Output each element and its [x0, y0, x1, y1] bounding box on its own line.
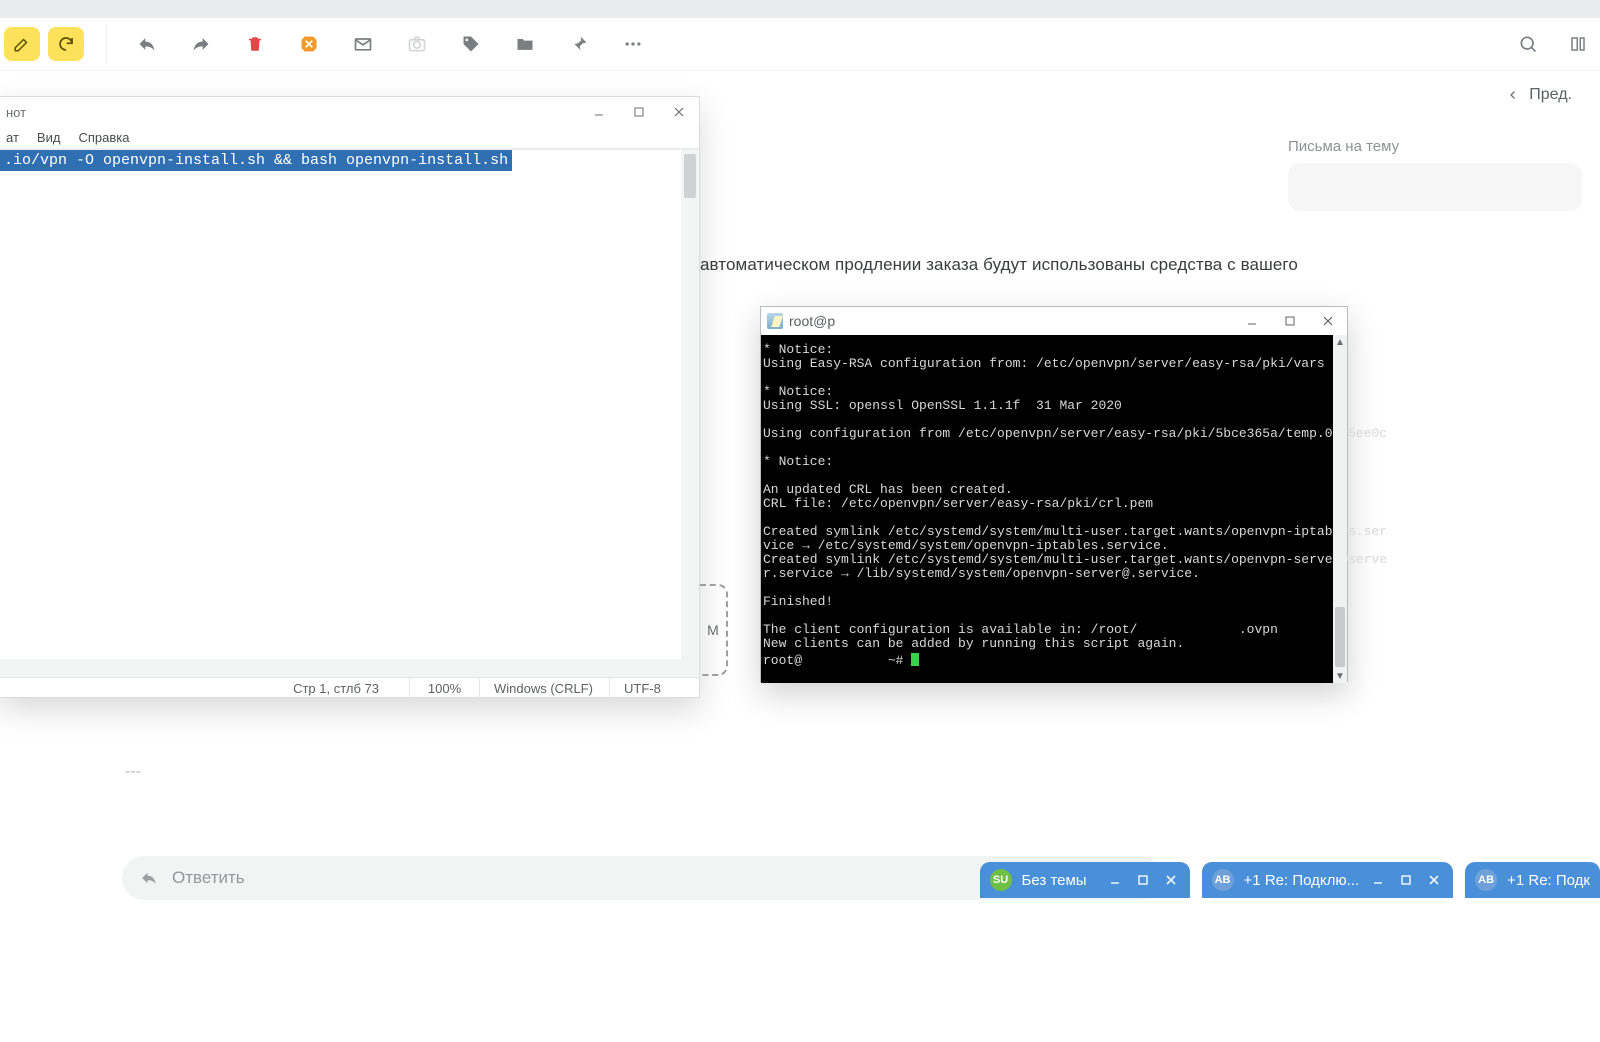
reply-icon	[137, 34, 157, 54]
browser-tabstrip	[0, 0, 1600, 18]
compose-button[interactable]	[4, 27, 40, 61]
mail-toolbar	[0, 18, 1600, 70]
toolbar-separator	[106, 24, 107, 64]
toolbar-right	[1512, 28, 1600, 60]
close-icon	[1322, 315, 1334, 327]
chat-chip[interactable]: SU Без темы	[980, 862, 1190, 898]
terminal-titlebar[interactable]: root@p	[761, 307, 1347, 335]
spam-icon	[299, 34, 319, 54]
spam-button[interactable]	[289, 24, 329, 64]
scroll-up-icon[interactable]: ▲	[1333, 335, 1347, 349]
chat-chip-title: +1 Re: Подк	[1507, 872, 1590, 889]
scrollbar-horizontal[interactable]	[0, 659, 699, 677]
thread-card[interactable]	[1288, 163, 1582, 211]
window-maximize-button[interactable]	[619, 97, 659, 127]
close-icon[interactable]	[1162, 871, 1180, 889]
more-icon	[623, 34, 643, 54]
envelope-icon	[353, 34, 373, 54]
snapshot-button[interactable]	[397, 24, 437, 64]
menu-item[interactable]: Справка	[78, 130, 129, 145]
chat-chip-title: +1 Re: Подклю...	[1244, 872, 1360, 889]
refresh-icon	[57, 35, 75, 53]
maximize-icon[interactable]	[1397, 871, 1415, 889]
pencil-icon	[13, 35, 31, 53]
sidebar-collapse-button[interactable]	[1562, 28, 1594, 60]
avatar: AB	[1475, 869, 1497, 891]
chat-chip[interactable]: AB +1 Re: Подк	[1465, 862, 1600, 898]
putty-icon	[767, 313, 783, 329]
status-caret-pos: Стр 1, стлб 73	[0, 678, 409, 699]
attachment-placeholder: М	[700, 584, 728, 676]
chat-chip-bar: SU Без темы AB +1 Re: Подклю... AB +1 Re…	[980, 862, 1600, 898]
scroll-down-icon[interactable]: ▼	[1333, 669, 1347, 683]
prev-message-link[interactable]: Пред.	[1288, 82, 1582, 108]
terminal-window: root@p * Notice: Using Easy-RSA configur…	[760, 306, 1348, 682]
reply-icon	[140, 869, 158, 887]
pin-button[interactable]	[559, 24, 599, 64]
search-icon	[1518, 34, 1538, 54]
window-maximize-button[interactable]	[1271, 307, 1309, 335]
maximize-icon[interactable]	[1134, 871, 1152, 889]
status-eol: Windows (CRLF)	[479, 678, 609, 699]
close-icon	[673, 106, 685, 118]
notepad-menubar: ат Вид Справка	[0, 127, 699, 149]
forward-button[interactable]	[181, 24, 221, 64]
window-close-button[interactable]	[1309, 307, 1347, 335]
delete-button[interactable]	[235, 24, 275, 64]
refresh-button[interactable]	[48, 27, 84, 61]
notepad-title: нот	[6, 105, 26, 120]
camera-icon	[407, 34, 427, 54]
window-minimize-button[interactable]	[1233, 307, 1271, 335]
terminal-body[interactable]: * Notice: Using Easy-RSA configuration f…	[761, 335, 1347, 683]
move-to-folder-button[interactable]	[505, 24, 545, 64]
search-button[interactable]	[1512, 28, 1544, 60]
minimize-icon[interactable]	[1106, 871, 1124, 889]
terminal-output: * Notice: Using Easy-RSA configuration f…	[761, 335, 1347, 668]
menu-item[interactable]: Вид	[37, 130, 61, 145]
close-icon[interactable]	[1425, 871, 1443, 889]
scrollbar-vertical[interactable]	[681, 150, 699, 659]
chat-chip[interactable]: AB +1 Re: Подклю...	[1202, 862, 1454, 898]
prev-label: Пред.	[1529, 86, 1572, 104]
notepad-selected-text: .io/vpn -O openvpn-install.sh && bash op…	[0, 150, 512, 171]
status-zoom: 100%	[409, 678, 479, 699]
window-minimize-button[interactable]	[579, 97, 619, 127]
forward-icon	[191, 34, 211, 54]
email-signature-mark: ---	[125, 763, 141, 781]
chat-chip-title: Без темы	[1022, 872, 1096, 889]
notepad-text-area[interactable]: .io/vpn -O openvpn-install.sh && bash op…	[0, 149, 699, 677]
panel-icon	[1569, 34, 1587, 54]
reply-placeholder: Ответить	[172, 868, 245, 888]
email-body-line: автоматическом продлении заказа будут ис…	[700, 255, 1298, 275]
tag-icon	[461, 34, 481, 54]
folder-icon	[515, 34, 535, 54]
right-column: Пред. Письма на тему	[1288, 70, 1600, 211]
minimize-icon	[593, 106, 605, 118]
scrollbar-vertical[interactable]: ▲ ▼	[1333, 335, 1347, 683]
avatar: SU	[990, 869, 1012, 891]
notepad-statusbar: Стр 1, стлб 73 100% Windows (CRLF) UTF-8	[0, 677, 699, 699]
status-encoding: UTF-8	[609, 678, 699, 699]
trash-icon	[246, 34, 264, 54]
reply-button[interactable]	[127, 24, 167, 64]
window-close-button[interactable]	[659, 97, 699, 127]
notepad-window: нот ат Вид Справка .io/vpn -O openvpn-in…	[0, 96, 700, 698]
chevron-left-icon	[1507, 88, 1519, 102]
label-button[interactable]	[451, 24, 491, 64]
maximize-icon	[1284, 315, 1296, 327]
mails-on-topic-label: Письма на тему	[1288, 138, 1582, 155]
terminal-title: root@p	[789, 313, 835, 329]
menu-item[interactable]: ат	[6, 130, 19, 145]
mark-read-button[interactable]	[343, 24, 383, 64]
pin-icon	[570, 34, 588, 54]
minimize-icon[interactable]	[1369, 871, 1387, 889]
avatar: AB	[1212, 869, 1234, 891]
minimize-icon	[1246, 315, 1258, 327]
more-button[interactable]	[613, 24, 653, 64]
notepad-titlebar[interactable]: нот	[0, 97, 699, 127]
